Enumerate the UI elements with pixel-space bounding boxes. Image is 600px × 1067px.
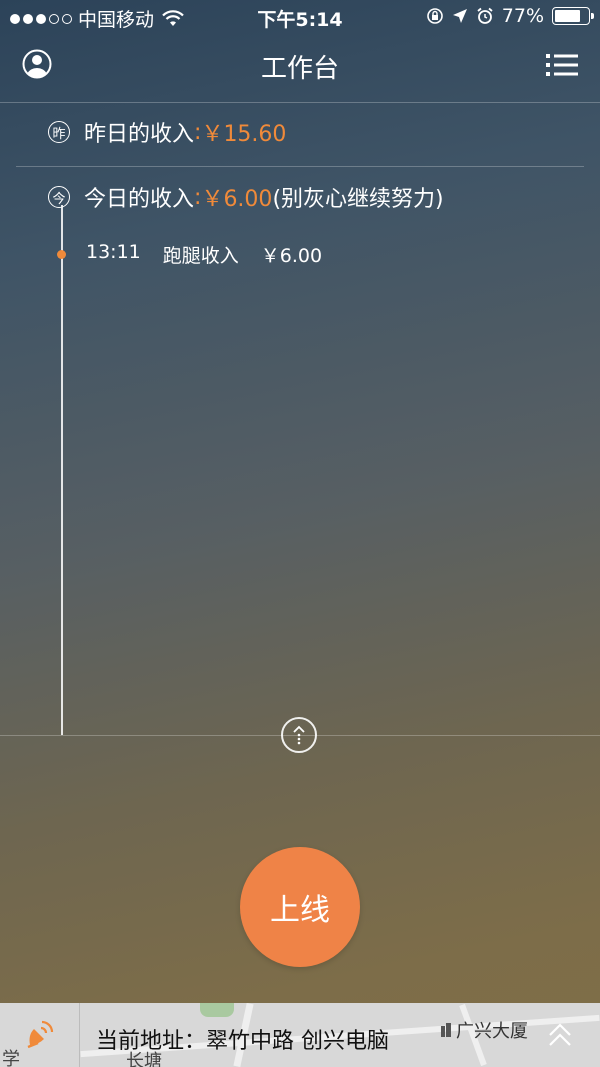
today-income-label: 今日的收入: [84, 187, 195, 212]
go-online-button[interactable]: 上线: [240, 847, 360, 967]
address-value: 翠竹中路 创兴电脑: [206, 1029, 390, 1054]
list-menu-icon[interactable]: [546, 52, 578, 78]
today-income-row: 今 今日的收入 : ￥6.00 (别灰心继续努力): [48, 181, 444, 213]
map-poi: 广兴大厦: [440, 1017, 528, 1043]
current-address: 当前地址：翠竹中路 创兴电脑: [96, 1023, 389, 1055]
rotation-lock-icon: [426, 8, 443, 24]
timeline-dot: [57, 250, 66, 259]
location-arrow-icon: [452, 9, 467, 23]
income-entry: 13:11 跑腿收入 ￥6.00: [86, 241, 322, 268]
yesterday-income-separator: :: [194, 119, 202, 145]
yesterday-icon: 昨: [48, 121, 70, 143]
entry-time: 13:11: [86, 241, 141, 263]
battery-percent: 77%: [501, 5, 544, 27]
status-bar: 中国移动 下午5:14 77%: [0, 0, 600, 34]
map-park: [200, 1003, 234, 1017]
poi-name: 广兴大厦: [456, 1021, 528, 1042]
yesterday-income-amount: ￥15.60: [201, 122, 287, 147]
yesterday-income-label: 昨日的收入: [84, 122, 195, 147]
battery-icon: [552, 7, 594, 25]
locate-signal-icon: [27, 1020, 54, 1049]
yesterday-income-row: 昨 昨日的收入 : ￥15.60: [48, 116, 286, 148]
page-title: 工作台: [260, 54, 339, 84]
header: 工作台: [0, 34, 600, 102]
building-icon: [441, 1023, 451, 1037]
header-divider: [0, 102, 600, 103]
income-divider: [16, 166, 584, 167]
bottom-address-bar[interactable]: 学 长塘 当前地址：翠竹中路 创兴电脑 广兴大厦: [0, 1003, 600, 1067]
arrow-up-dotted-icon: [293, 725, 305, 745]
today-income-amount: ￥6.00: [201, 187, 273, 212]
address-label: 当前地址：: [96, 1029, 207, 1054]
status-right: 77%: [426, 5, 594, 27]
today-income-note: (别灰心继续努力): [272, 187, 444, 212]
entry-amount: ￥6.00: [260, 245, 323, 267]
timeline-line: [61, 205, 63, 735]
today-income-separator: :: [194, 184, 202, 210]
locate-button[interactable]: [0, 1003, 80, 1067]
today-icon: 今: [48, 186, 70, 208]
double-chevron-up-icon[interactable]: [548, 1021, 572, 1051]
alarm-icon: [477, 7, 493, 24]
battery-fill: [555, 10, 580, 22]
entry-type: 跑腿收入: [162, 245, 239, 267]
expand-panel-button[interactable]: [281, 717, 317, 753]
